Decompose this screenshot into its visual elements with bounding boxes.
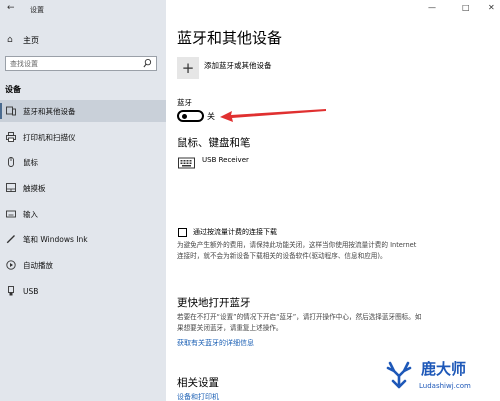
- printer-icon: [6, 132, 16, 142]
- window-title: 设置: [30, 6, 44, 14]
- toggle-knob: [182, 114, 187, 119]
- maximize-button[interactable]: □: [462, 3, 470, 12]
- sidebar-item-printers[interactable]: 打印机和扫描仪: [0, 126, 166, 148]
- quick-bluetooth-description: 若要在不打开“设置”的情况下开启“蓝牙”，请打开操作中心，然后选择蓝牙图标。如果…: [177, 313, 422, 332]
- sidebar-item-label: 自动播放: [23, 260, 53, 270]
- sidebar-item-label: 笔和 Windows Ink: [23, 234, 88, 244]
- bluetooth-toggle[interactable]: [177, 110, 204, 122]
- close-button[interactable]: ✕: [488, 3, 495, 12]
- watermark-url: Ludashiwj.com: [419, 382, 471, 390]
- devices-printers-link[interactable]: 设备和打印机: [177, 392, 219, 401]
- pen-icon: [6, 234, 16, 244]
- watermark-brand: 鹿大师: [421, 360, 467, 378]
- metered-download-label[interactable]: 通过按流量计费的连接下载: [193, 227, 277, 237]
- bluetooth-info-link[interactable]: 获取有关蓝牙的详细信息: [177, 338, 254, 348]
- mice-section-title: 鼠标、键盘和笔: [177, 137, 251, 149]
- home-icon: ⌂: [7, 35, 13, 45]
- search-placeholder: 查找设置: [10, 60, 38, 68]
- metered-description: 为避免产生额外的费用，请保持此功能关闭，这样当你使用按流量计费的 Interne…: [177, 241, 417, 260]
- sidebar-item-bluetooth[interactable]: 蓝牙和其他设备: [0, 100, 166, 122]
- settings-main: — □ ✕ 蓝牙和其他设备 + 添加蓝牙或其他设备 蓝牙 关 鼠标、键盘和笔 U…: [166, 0, 500, 401]
- plus-icon: +: [181, 59, 195, 77]
- bluetooth-label: 蓝牙: [177, 98, 192, 107]
- keyboard-device-icon: [178, 157, 195, 169]
- usb-icon: [6, 286, 16, 296]
- sidebar-item-label: 蓝牙和其他设备: [23, 106, 76, 116]
- sidebar-item-label: 输入: [23, 209, 38, 219]
- sidebar-item-label: 鼠标: [23, 157, 38, 167]
- keyboard-icon: [6, 209, 16, 219]
- mouse-icon: [6, 157, 16, 167]
- quick-bluetooth-title: 更快地打开蓝牙: [177, 297, 251, 309]
- add-device-button[interactable]: +: [177, 57, 199, 79]
- home-label: 主页: [23, 35, 39, 45]
- sidebar-item-mouse[interactable]: 鼠标: [0, 151, 166, 173]
- add-device-label[interactable]: 添加蓝牙或其他设备: [204, 60, 272, 71]
- watermark: 鹿大师 Ludashiwj.com: [380, 355, 498, 399]
- deer-logo-icon: [381, 358, 417, 394]
- back-arrow-icon[interactable]: ←: [7, 3, 15, 13]
- sidebar-item-typing[interactable]: 输入: [0, 203, 166, 225]
- sidebar-item-touchpad[interactable]: 触摸板: [0, 177, 166, 199]
- metered-download-checkbox[interactable]: [178, 228, 187, 237]
- sidebar-item-label: 触摸板: [23, 183, 46, 193]
- sidebar-home[interactable]: ⌂ 主页: [7, 33, 39, 47]
- device-usb-receiver[interactable]: USB Receiver: [202, 156, 249, 164]
- sidebar-item-label: 打印机和扫描仪: [23, 132, 76, 142]
- search-icon: [143, 59, 152, 68]
- bluetooth-devices-icon: [6, 106, 16, 116]
- section-label-devices: 设备: [5, 85, 21, 94]
- search-input[interactable]: 查找设置: [5, 56, 157, 71]
- minimize-button[interactable]: —: [428, 3, 436, 12]
- page-title: 蓝牙和其他设备: [177, 29, 283, 47]
- related-settings-title: 相关设置: [177, 377, 219, 389]
- annotation-arrow-icon: [220, 109, 326, 122]
- sidebar-item-usb[interactable]: USB: [0, 280, 166, 302]
- sidebar-item-autoplay[interactable]: 自动播放: [0, 254, 166, 276]
- sidebar-item-label: USB: [23, 286, 39, 296]
- sidebar-item-pen[interactable]: 笔和 Windows Ink: [0, 228, 166, 250]
- touchpad-icon: [6, 183, 16, 193]
- autoplay-icon: [6, 260, 16, 270]
- bluetooth-state-text: 关: [207, 112, 215, 121]
- settings-sidebar: ← 设置 ⌂ 主页 查找设置 设备 蓝牙和其他设备 打印机和扫描仪 鼠标 触摸板…: [0, 0, 166, 401]
